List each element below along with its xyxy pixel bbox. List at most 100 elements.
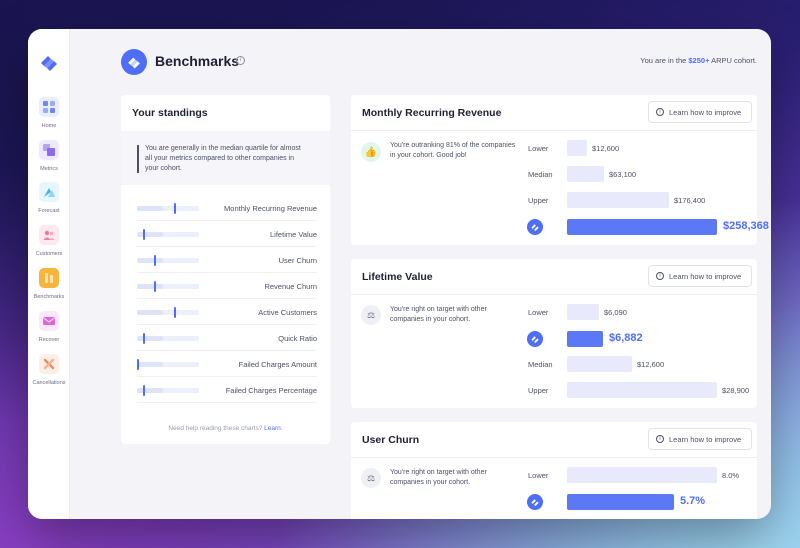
scale-icon: ⚖ xyxy=(361,468,381,488)
metric-header: User Churn i Learn how to improve xyxy=(351,422,757,458)
standing-median-band xyxy=(137,258,163,263)
standing-label: Quick Ratio xyxy=(278,334,317,343)
your-value: 5.7% xyxy=(680,495,706,507)
forecast-icon xyxy=(39,182,59,202)
info-icon: i xyxy=(656,108,664,116)
info-icon: i xyxy=(656,435,664,443)
standing-row[interactable]: Quick Ratio xyxy=(137,325,317,351)
help-prefix: Need help reading these charts? xyxy=(168,425,265,432)
cohort-suffix: ARPU cohort. xyxy=(709,56,757,65)
standing-marker xyxy=(154,281,156,292)
sidebar-item-cancellations[interactable]: Cancellations xyxy=(28,354,70,386)
sidebar-item-label: Home xyxy=(41,123,57,129)
sidebar-item-label: Forecast xyxy=(38,208,60,214)
standing-row[interactable]: Revenue Churn xyxy=(137,273,317,299)
standing-marker xyxy=(137,359,139,370)
metric-header: Lifetime Value i Learn how to improve xyxy=(351,259,757,295)
standing-median-band xyxy=(137,206,163,211)
standing-track xyxy=(137,255,199,266)
standing-track xyxy=(137,281,199,292)
benchmarks-logo-icon xyxy=(121,49,147,75)
benchmark-value-median: $12,600 xyxy=(637,360,665,369)
benchmark-label-lower: Lower xyxy=(528,471,549,480)
page-title: Benchmarks xyxy=(155,53,240,69)
metric-card-user-churn: User Churn i Learn how to improve ⚖ You'… xyxy=(351,422,757,519)
metric-title: Monthly Recurring Revenue xyxy=(362,107,502,119)
customers-icon xyxy=(39,225,59,245)
standings-summary: You are generally in the median quartile… xyxy=(121,131,330,185)
standing-row[interactable]: Failed Charges Percentage xyxy=(137,377,317,403)
standing-median-band xyxy=(137,362,163,367)
main-content: Benchmarks i You are in the $250+ ARPU c… xyxy=(70,29,771,519)
help-text: Need help reading these charts? Learn. xyxy=(121,425,330,432)
cancellations-icon xyxy=(39,354,59,374)
standing-label: Revenue Churn xyxy=(264,282,317,291)
baremetrics-logo-icon[interactable] xyxy=(38,51,60,73)
your-company-icon xyxy=(527,219,543,235)
standing-track xyxy=(137,307,199,318)
scale-icon: ⚖ xyxy=(361,305,381,325)
benchmark-label-median: Median xyxy=(528,360,553,369)
your-company-icon xyxy=(527,331,543,347)
benchmark-value-lower: $6,090 xyxy=(604,308,627,317)
benchmark-bar-upper xyxy=(567,192,669,208)
standing-track xyxy=(137,333,199,344)
metric-message: You're outranking 81% of the companies i… xyxy=(390,142,516,159)
standing-marker xyxy=(154,255,156,266)
metric-message: You're right on target with other compan… xyxy=(390,306,487,323)
your-value-bar xyxy=(567,331,603,347)
standing-label: Monthly Recurring Revenue xyxy=(224,204,317,213)
benchmark-label-median: Median xyxy=(528,170,553,179)
your-value-bar xyxy=(567,494,674,510)
benchmark-value-upper: $176,400 xyxy=(674,196,706,205)
standing-median-band xyxy=(137,336,163,341)
standings-title: Your standings xyxy=(132,107,208,119)
sidebar-item-label: Cancellations xyxy=(32,380,66,386)
learn-how-to-improve-button[interactable]: i Learn how to improve xyxy=(648,428,752,450)
benchmark-value-lower: $12,600 xyxy=(592,144,620,153)
benchmarks-icon xyxy=(39,268,59,288)
standing-row[interactable]: User Churn xyxy=(137,247,317,273)
learn-link[interactable]: Learn. xyxy=(264,425,282,432)
info-icon[interactable]: i xyxy=(236,56,245,65)
standing-marker xyxy=(174,307,176,318)
metric-header: Monthly Recurring Revenue i Learn how to… xyxy=(351,95,757,131)
info-icon: i xyxy=(656,272,664,280)
standing-row[interactable]: Monthly Recurring Revenue xyxy=(137,195,317,221)
sidebar-item-benchmarks[interactable]: Benchmarks xyxy=(28,268,70,300)
benchmark-bar-lower xyxy=(567,467,717,483)
standing-track xyxy=(137,385,199,396)
metric-title: User Churn xyxy=(362,434,420,446)
standing-row[interactable]: Active Customers xyxy=(137,299,317,325)
home-icon xyxy=(39,97,59,117)
standing-row[interactable]: Lifetime Value xyxy=(137,221,317,247)
standing-label: User Churn xyxy=(278,256,317,265)
sidebar-item-customers[interactable]: Customers xyxy=(28,225,70,257)
learn-how-to-improve-button[interactable]: i Learn how to improve xyxy=(648,265,752,287)
sidebar-item-recover[interactable]: Recover xyxy=(28,311,70,343)
metric-card-mrr: Monthly Recurring Revenue i Learn how to… xyxy=(351,95,769,245)
standing-label: Failed Charges Percentage xyxy=(225,386,317,395)
standing-track xyxy=(137,229,199,240)
standing-median-band xyxy=(137,232,163,237)
sidebar-item-label: Customers xyxy=(35,251,63,257)
learn-button-label: Learn how to improve xyxy=(669,271,742,281)
benchmark-bar-median xyxy=(567,356,632,372)
your-company-icon xyxy=(527,494,543,510)
sidebar: Home Metrics Forecast Customers Benchmar xyxy=(28,29,70,519)
standing-marker xyxy=(143,229,145,240)
learn-how-to-improve-button[interactable]: i Learn how to improve xyxy=(648,101,752,123)
standing-median-band xyxy=(137,310,163,315)
benchmark-label-upper: Upper xyxy=(528,196,549,205)
sidebar-item-home[interactable]: Home xyxy=(28,97,70,129)
standing-label: Active Customers xyxy=(258,308,317,317)
benchmark-bar-upper xyxy=(567,382,717,398)
standing-median-band xyxy=(137,284,163,289)
metric-title: Lifetime Value xyxy=(362,271,433,283)
metrics-icon xyxy=(39,140,59,160)
sidebar-item-label: Benchmarks xyxy=(33,294,65,300)
sidebar-item-metrics[interactable]: Metrics xyxy=(28,140,70,172)
standing-marker xyxy=(143,385,145,396)
standing-row[interactable]: Failed Charges Amount xyxy=(137,351,317,377)
sidebar-item-forecast[interactable]: Forecast xyxy=(28,182,70,214)
